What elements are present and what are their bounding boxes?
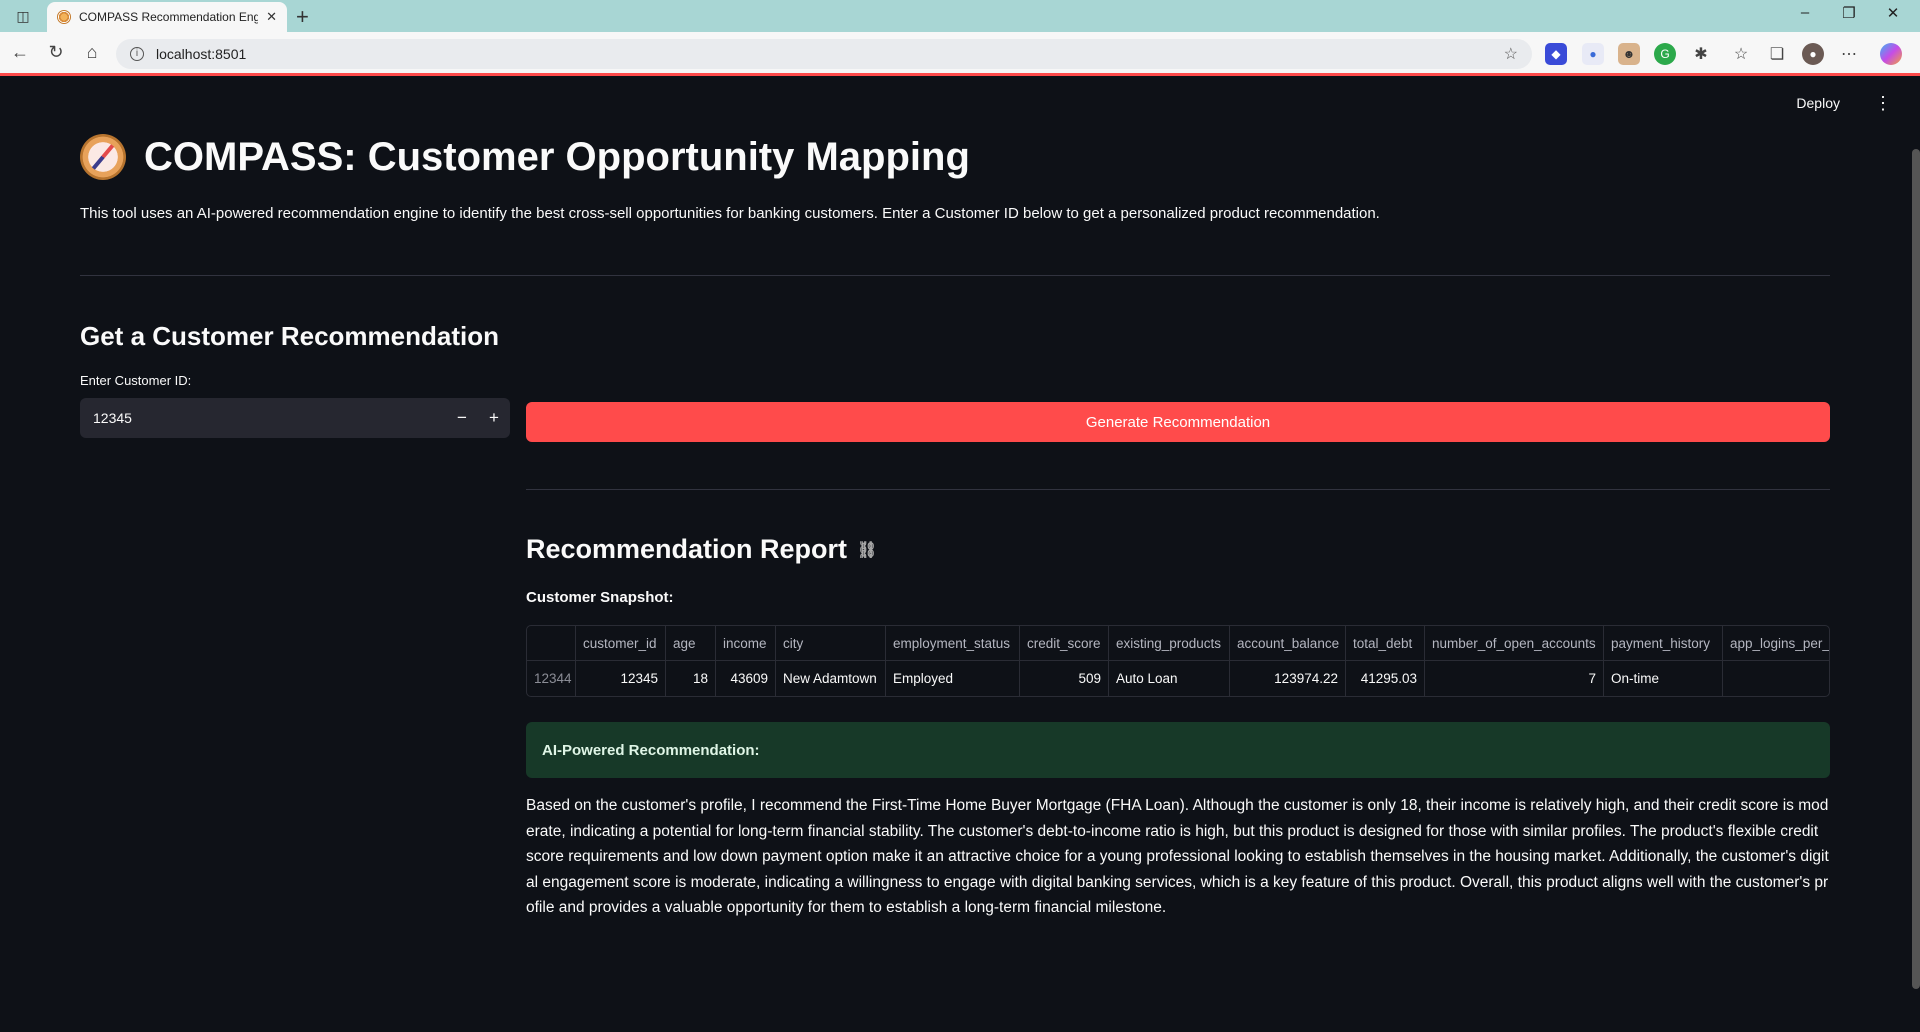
ai-recommendation-banner: AI-Powered Recommendation: <box>526 722 1830 778</box>
page-title: COMPASS: Customer Opportunity Mapping <box>144 134 970 179</box>
favorite-star-icon[interactable]: ☆ <box>1504 44 1518 64</box>
divider <box>526 489 1830 490</box>
table-cell[interactable]: 43609 <box>716 661 776 696</box>
grammar-extension-icon[interactable]: G <box>1654 43 1676 65</box>
minimize-icon[interactable]: – <box>1790 4 1820 21</box>
column-header[interactable]: income <box>716 626 776 660</box>
extension-badge-icon[interactable]: ● <box>1582 43 1604 65</box>
address-toolbar: ← ↻ ⌂ i localhost:8501 ☆ ◆ ● ☻ G ✱ ☆ ❏ ●… <box>0 32 1920 76</box>
table-cell[interactable]: Employed <box>886 661 1020 696</box>
snapshot-label: Customer Snapshot: <box>526 589 674 606</box>
intro-text: This tool uses an AI-powered recommendat… <box>80 205 1380 222</box>
browser-tab-bar: ◫ COMPASS Recommendation Engi ✕ + – ❐ ✕ <box>0 0 1920 32</box>
title-row: COMPASS: Customer Opportunity Mapping <box>80 134 970 180</box>
extension-avatar-icon[interactable]: ☻ <box>1618 43 1640 65</box>
table-cell[interactable]: On-time <box>1604 661 1723 696</box>
profile-avatar-icon[interactable]: ● <box>1802 43 1824 65</box>
decrement-button[interactable]: − <box>446 408 478 428</box>
table-cell[interactable]: 18 <box>666 661 716 696</box>
table-cell[interactable]: New Adamtown <box>776 661 886 696</box>
table-cell[interactable]: 12345 <box>576 661 666 696</box>
site-info-icon[interactable]: i <box>130 47 144 61</box>
extension-icon[interactable]: ◆ <box>1545 43 1567 65</box>
recommendation-text: Based on the customer's profile, I recom… <box>526 797 1829 916</box>
back-icon[interactable]: ← <box>8 42 32 63</box>
close-window-icon[interactable]: ✕ <box>1878 4 1908 22</box>
compass-icon <box>80 134 126 180</box>
anchor-link-icon[interactable]: ⛓ <box>857 540 877 560</box>
table-cell[interactable]: 123974.22 <box>1230 661 1346 696</box>
report-title: Recommendation Report <box>526 534 848 564</box>
column-header[interactable]: age <box>666 626 716 660</box>
report-heading: Recommendation Report ⛓ <box>526 534 877 565</box>
table-header-row: customer_id age income city employment_s… <box>527 626 1829 661</box>
workspaces-icon[interactable]: ◫ <box>12 7 34 25</box>
reload-icon[interactable]: ↻ <box>44 42 68 63</box>
section-title: Get a Customer Recommendation <box>80 321 499 351</box>
column-header[interactable]: city <box>776 626 886 660</box>
column-header[interactable]: customer_id <box>576 626 666 660</box>
table-cell[interactable]: Auto Loan <box>1109 661 1230 696</box>
table-row[interactable]: 12344 12345 18 43609 New Adamtown Employ… <box>527 661 1829 696</box>
close-tab-icon[interactable]: ✕ <box>266 9 277 25</box>
increment-button[interactable]: + <box>478 408 510 428</box>
generate-recommendation-button[interactable]: Generate Recommendation <box>526 402 1830 442</box>
customer-id-label: Enter Customer ID: <box>80 373 192 388</box>
main-menu-icon[interactable]: ⋮ <box>1874 93 1892 114</box>
column-header[interactable]: account_balance <box>1230 626 1346 660</box>
copilot-icon[interactable] <box>1880 43 1902 65</box>
url-bar[interactable]: i localhost:8501 ☆ <box>116 39 1532 69</box>
column-header[interactable]: existing_products <box>1109 626 1230 660</box>
collections-icon[interactable]: ❏ <box>1766 43 1788 65</box>
new-tab-icon[interactable]: + <box>296 4 309 30</box>
table-cell[interactable] <box>1723 661 1829 696</box>
row-index: 12344 <box>527 661 576 696</box>
page-scrollbar[interactable] <box>1912 149 1920 989</box>
home-icon[interactable]: ⌂ <box>80 42 104 63</box>
divider <box>80 275 1830 276</box>
column-header[interactable]: total_debt <box>1346 626 1425 660</box>
app-root: Deploy ⋮ COMPASS: Customer Opportunity M… <box>0 79 1920 1032</box>
table-cell[interactable]: 41295.03 <box>1346 661 1425 696</box>
favorites-icon[interactable]: ☆ <box>1730 43 1752 65</box>
browser-tab[interactable]: COMPASS Recommendation Engi ✕ <box>47 2 287 32</box>
url-text: localhost:8501 <box>156 46 247 62</box>
more-menu-icon[interactable]: ⋯ <box>1838 43 1860 65</box>
column-header[interactable]: number_of_open_accounts <box>1425 626 1604 660</box>
table-cell[interactable]: 7 <box>1425 661 1604 696</box>
extensions-puzzle-icon[interactable]: ✱ <box>1690 43 1712 65</box>
customer-snapshot-table[interactable]: customer_id age income city employment_s… <box>526 625 1830 697</box>
table-cell[interactable]: 509 <box>1020 661 1109 696</box>
restore-icon[interactable]: ❐ <box>1834 4 1864 22</box>
column-header[interactable]: app_logins_per_ <box>1723 626 1829 660</box>
column-header[interactable]: employment_status <box>886 626 1020 660</box>
customer-id-value[interactable]: 12345 <box>80 410 446 426</box>
tab-title: COMPASS Recommendation Engi <box>79 10 259 24</box>
column-header[interactable] <box>527 626 576 660</box>
deploy-button[interactable]: Deploy <box>1796 95 1840 111</box>
customer-id-input[interactable]: 12345 − + <box>80 398 510 438</box>
column-header[interactable]: credit_score <box>1020 626 1109 660</box>
column-header[interactable]: payment_history <box>1604 626 1723 660</box>
compass-favicon-icon <box>57 10 71 24</box>
